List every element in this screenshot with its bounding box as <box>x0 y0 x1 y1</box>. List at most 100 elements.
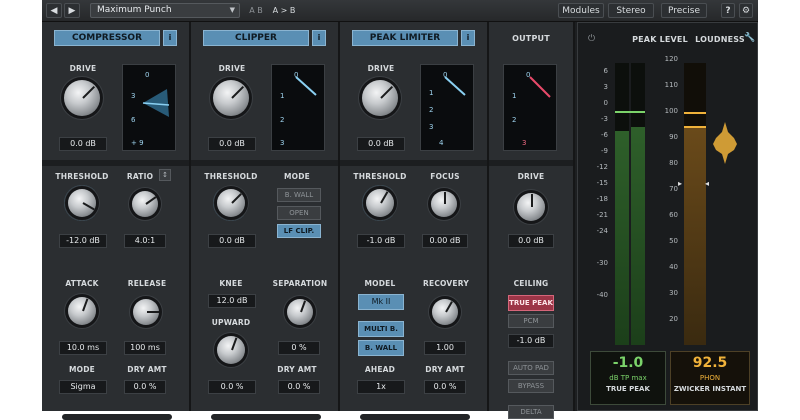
info-icon[interactable]: i <box>312 30 326 46</box>
clipper-dry-amt-value[interactable]: 0.0 % <box>278 380 320 394</box>
help-button[interactable]: ? <box>721 3 735 18</box>
separation-label: SEPARATION <box>272 279 328 288</box>
upward-label: UPWARD <box>211 318 251 327</box>
peak-tick: -9 <box>601 147 608 155</box>
gear-icon[interactable]: ⚙ <box>739 3 753 18</box>
output-needle <box>529 76 551 98</box>
dry-amt-value[interactable]: 0.0 % <box>124 380 166 394</box>
limiter-drive-knob[interactable] <box>362 80 398 116</box>
separation-value[interactable]: 0 % <box>278 341 320 355</box>
pcm-button[interactable]: PCM <box>508 314 554 328</box>
loudness-tick: 110 <box>664 81 678 89</box>
compressor-scrollbar[interactable] <box>62 414 172 420</box>
ab-copy-button[interactable]: A > B <box>270 3 298 18</box>
clipper-threshold-value[interactable]: 0.0 dB <box>208 234 256 248</box>
peak-tick: -12 <box>596 163 608 171</box>
peak-hold-line <box>615 111 645 113</box>
mode-lfclip-button[interactable]: LF CLIP. <box>277 224 321 238</box>
output-title: OUTPUT <box>512 34 550 43</box>
attack-knob[interactable] <box>68 297 96 325</box>
recovery-value[interactable]: 1.00 <box>424 341 466 355</box>
loudness-tick: 20 <box>669 315 678 323</box>
preset-selector[interactable]: Maximum Punch ▼ <box>90 3 240 18</box>
compressor-drive-value[interactable]: 0.0 dB <box>59 137 107 151</box>
modules-button[interactable]: Modules <box>558 3 604 18</box>
preset-name: Maximum Punch <box>97 5 172 15</box>
auto-pad-button[interactable]: AUTO PAD <box>508 361 554 375</box>
upward-value[interactable]: 0.0 % <box>208 380 256 394</box>
clipper-header[interactable]: CLIPPER i <box>203 30 326 46</box>
brickwall-button[interactable]: B. WALL <box>358 340 404 356</box>
output-drive-value[interactable]: 0.0 dB <box>508 234 554 248</box>
loudness-title: LOUDNESS <box>695 35 745 44</box>
release-value[interactable]: 100 ms <box>124 341 166 355</box>
delta-button[interactable]: DELTA <box>508 405 554 419</box>
mode-label: MODE <box>69 365 95 374</box>
release-knob[interactable] <box>133 299 159 325</box>
output-drive-knob[interactable] <box>517 193 545 221</box>
info-icon[interactable]: i <box>461 30 475 46</box>
clipper-scrollbar[interactable] <box>211 414 321 420</box>
output-module: OUTPUT 0 1 2 3 DRIVE 0.0 dB CEILING TRUE… <box>489 22 575 419</box>
mode-open-button[interactable]: OPEN <box>277 206 321 220</box>
ratio-value[interactable]: 4.0:1 <box>124 234 166 248</box>
limiter-scrollbar[interactable] <box>360 414 470 420</box>
mode-select[interactable]: Sigma <box>59 380 107 394</box>
limiter-threshold-label: THRESHOLD <box>353 172 407 181</box>
limiter-module: PEAK LIMITER i DRIVE 0.0 dB 0 1 2 3 4 TH… <box>340 22 489 420</box>
chevron-down-icon: ▼ <box>229 6 235 14</box>
ahead-value[interactable]: 1x <box>357 380 405 394</box>
peak-readout[interactable]: -1.0 dB TP max TRUE PEAK <box>590 351 666 405</box>
clipper-drive-value[interactable]: 0.0 dB <box>208 137 256 151</box>
compressor-gain-scope: 0 3 6 + 9 <box>122 64 176 151</box>
target-marker-left[interactable]: ▸ <box>678 179 682 188</box>
model-select[interactable]: Mk II <box>358 294 404 310</box>
arrow-right-icon[interactable]: ▶ <box>64 3 80 18</box>
limiter-threshold-knob[interactable] <box>366 189 394 217</box>
ratio-label: RATIO <box>126 172 154 181</box>
bypass-button[interactable]: BYPASS <box>508 379 554 393</box>
ab-toggle[interactable]: A B <box>244 3 268 18</box>
limiter-drive-value[interactable]: 0.0 dB <box>357 137 405 151</box>
attack-value[interactable]: 10.0 ms <box>59 341 107 355</box>
loudness-tick: 40 <box>669 263 678 271</box>
ceiling-value[interactable]: -1.0 dB <box>508 334 554 348</box>
arrow-left-icon[interactable]: ◀ <box>46 3 62 18</box>
meter-panel: ⏻ PEAK LEVEL LOUDNESS 🔧 6 3 0 -3 -6 -9 -12 -15-… <box>577 22 758 411</box>
knee-value[interactable]: 12.0 dB <box>208 294 256 308</box>
limiter-threshold-value[interactable]: -1.0 dB <box>357 234 405 248</box>
power-icon[interactable]: ⏻ <box>588 34 595 44</box>
precise-button[interactable]: Precise <box>661 3 707 18</box>
focus-value[interactable]: 0.00 dB <box>422 234 468 248</box>
upward-knob[interactable] <box>217 336 245 364</box>
recovery-knob[interactable] <box>432 299 458 325</box>
peak-tick: -18 <box>596 195 608 203</box>
threshold-value[interactable]: -12.0 dB <box>59 234 107 248</box>
compressor-drive-knob[interactable] <box>64 80 100 116</box>
ratio-link-icon[interactable]: ↕ <box>159 169 171 181</box>
compressor-gr-fan <box>142 89 170 117</box>
output-drive-label: DRIVE <box>517 172 545 181</box>
clipper-threshold-knob[interactable] <box>217 189 245 217</box>
focus-knob[interactable] <box>431 191 457 217</box>
loudness-readout[interactable]: 92.5 PHON ZWICKER INSTANT <box>670 351 750 405</box>
separation-knob[interactable] <box>287 299 313 325</box>
peak-readout-value: -1.0 <box>612 355 644 371</box>
loudness-tick: 60 <box>669 211 678 219</box>
wrench-icon[interactable]: 🔧 <box>744 33 755 43</box>
true-peak-button[interactable]: TRUE PEAK <box>508 295 554 311</box>
threshold-knob[interactable] <box>68 189 96 217</box>
stereo-button[interactable]: Stereo <box>608 3 654 18</box>
plugin-window: ◀ ▶ Maximum Punch ▼ A B A > B Modules St… <box>42 0 758 420</box>
multiband-button[interactable]: MULTI B. <box>358 321 404 337</box>
compressor-header[interactable]: COMPRESSOR i <box>54 30 177 46</box>
model-label: MODEL <box>364 279 396 288</box>
ratio-knob[interactable] <box>132 191 158 217</box>
mode-bwall-button[interactable]: B. WALL <box>277 188 321 202</box>
limiter-header[interactable]: PEAK LIMITER i <box>352 30 475 46</box>
clipper-drive-knob[interactable] <box>213 80 249 116</box>
target-marker-right[interactable]: ◂ <box>705 179 709 188</box>
info-icon[interactable]: i <box>163 30 177 46</box>
peak-bar-right <box>631 127 645 345</box>
limiter-dry-amt-value[interactable]: 0.0 % <box>424 380 466 394</box>
